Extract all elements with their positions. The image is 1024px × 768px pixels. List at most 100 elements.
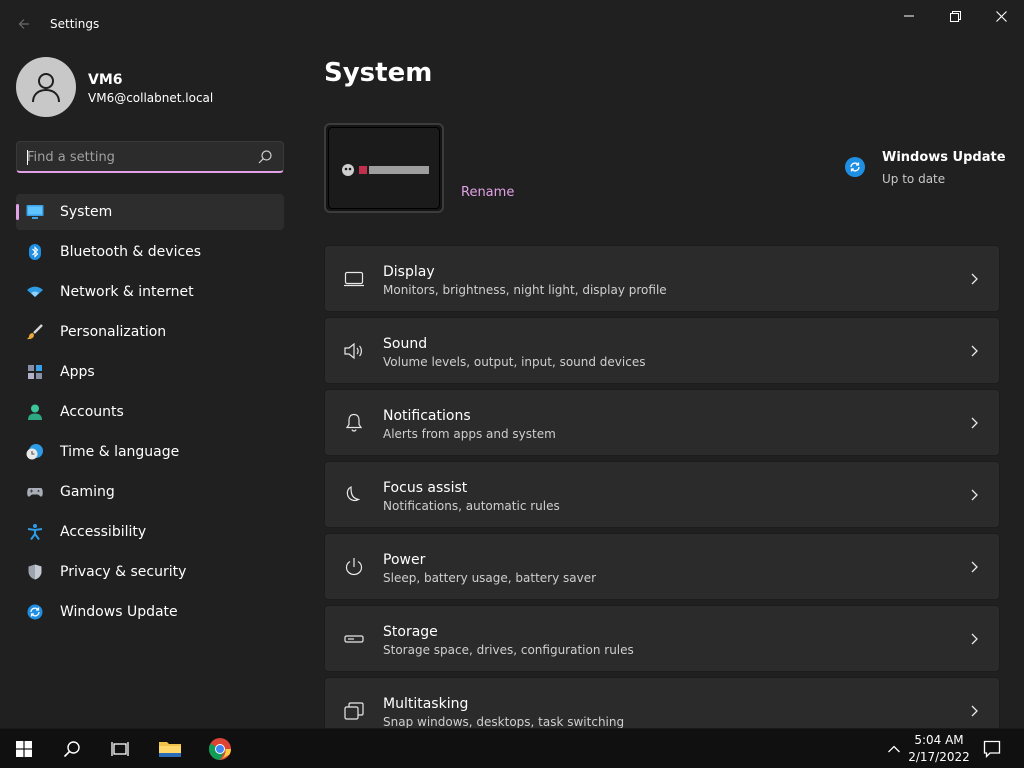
sidebar-item-label: Gaming bbox=[60, 484, 115, 500]
sidebar-item-gaming[interactable]: Gaming bbox=[16, 474, 284, 510]
taskbar-time[interactable]: 5:04 AM bbox=[906, 733, 972, 747]
chevron-right-icon bbox=[971, 561, 978, 573]
shield-icon bbox=[28, 564, 42, 580]
user-name: VM6 bbox=[88, 72, 123, 88]
sidebar-item-windows-update[interactable]: Windows Update bbox=[16, 594, 284, 630]
sidebar-item-system[interactable]: System bbox=[16, 194, 284, 230]
power-icon bbox=[345, 558, 363, 576]
settings-card-focus-assist[interactable]: Focus assist Notifications, automatic ru… bbox=[324, 461, 1000, 528]
sidebar-item-time-language[interactable]: Time & language bbox=[16, 434, 284, 470]
start-button[interactable] bbox=[0, 729, 48, 768]
sidebar-item-label: Time & language bbox=[60, 444, 180, 460]
chevron-right-icon bbox=[971, 705, 978, 717]
settings-card-power[interactable]: Power Sleep, battery usage, battery save… bbox=[324, 533, 1000, 600]
card-description: Storage space, drives, configuration rul… bbox=[383, 643, 634, 657]
sidebar-item-label: Accounts bbox=[60, 404, 124, 420]
card-description: Notifications, automatic rules bbox=[383, 499, 560, 513]
chevron-right-icon bbox=[971, 417, 978, 429]
device-thumbnail bbox=[324, 123, 444, 213]
sidebar-item-label: Bluetooth & devices bbox=[60, 244, 202, 260]
card-title: Sound bbox=[383, 336, 428, 352]
sidebar-item-label: Network & internet bbox=[60, 284, 194, 300]
card-title: Focus assist bbox=[383, 480, 468, 496]
notification-icon bbox=[983, 740, 1001, 758]
bell-icon bbox=[345, 413, 363, 432]
update-icon bbox=[850, 162, 860, 172]
task-view-button[interactable] bbox=[96, 729, 144, 768]
card-title: Display bbox=[383, 264, 435, 280]
chrome-button[interactable] bbox=[196, 729, 244, 768]
windows-update-status-icon[interactable] bbox=[845, 157, 865, 177]
apps-icon bbox=[28, 365, 42, 379]
card-description: Sleep, battery usage, battery saver bbox=[383, 571, 597, 585]
settings-list: Display Monitors, brightness, night ligh… bbox=[324, 245, 1000, 749]
desktop-preview bbox=[328, 127, 440, 209]
chrome-icon bbox=[209, 738, 231, 760]
taskbar-date[interactable]: 2/17/2022 bbox=[906, 750, 972, 764]
sidebar-item-label: Apps bbox=[60, 364, 95, 380]
settings-card-notifications[interactable]: Notifications Alerts from apps and syste… bbox=[324, 389, 1000, 456]
windows-update-status: Up to date bbox=[882, 172, 946, 186]
update-icon bbox=[27, 604, 43, 620]
search-icon bbox=[63, 741, 80, 758]
card-description: Volume levels, output, input, sound devi… bbox=[383, 355, 646, 369]
sidebar-item-bluetooth[interactable]: Bluetooth & devices bbox=[16, 234, 284, 270]
person-icon bbox=[32, 73, 60, 103]
file-explorer-button[interactable] bbox=[146, 729, 194, 768]
close-button[interactable] bbox=[978, 0, 1024, 32]
sidebar-item-apps[interactable]: Apps bbox=[16, 354, 284, 390]
settings-card-storage[interactable]: Storage Storage space, drives, configura… bbox=[324, 605, 1000, 672]
sidebar-item-label: Personalization bbox=[60, 324, 167, 340]
sidebar-item-label: Windows Update bbox=[60, 604, 178, 620]
account-icon bbox=[28, 404, 42, 420]
sidebar-item-label: System bbox=[60, 204, 113, 220]
minimize-button[interactable] bbox=[886, 0, 932, 32]
sidebar-item-accessibility[interactable]: Accessibility bbox=[16, 514, 284, 550]
taskbar-search-button[interactable] bbox=[48, 729, 96, 768]
moon-icon bbox=[346, 486, 361, 502]
windows-logo-icon bbox=[16, 741, 32, 757]
search-box[interactable] bbox=[16, 141, 284, 173]
windows-update-title[interactable]: Windows Update bbox=[882, 150, 1006, 165]
sidebar-item-label: Accessibility bbox=[60, 524, 147, 540]
brush-icon bbox=[27, 324, 43, 340]
maximize-button[interactable] bbox=[932, 0, 978, 32]
search-icon[interactable] bbox=[257, 149, 273, 165]
card-description: Snap windows, desktops, task switching bbox=[383, 715, 625, 729]
storage-icon bbox=[344, 635, 364, 643]
chevron-up-icon bbox=[888, 745, 900, 753]
card-title: Storage bbox=[383, 624, 438, 640]
accessibility-icon bbox=[27, 524, 43, 540]
avatar[interactable] bbox=[16, 57, 76, 117]
sidebar-item-label: Privacy & security bbox=[60, 564, 187, 580]
page-title: System bbox=[324, 58, 433, 88]
sidebar-item-personalization[interactable]: Personalization bbox=[16, 314, 284, 350]
search-input[interactable] bbox=[27, 147, 247, 167]
card-description: Monitors, brightness, night light, displ… bbox=[383, 283, 667, 297]
chevron-right-icon bbox=[971, 345, 978, 357]
title-bar: Settings bbox=[0, 0, 1024, 48]
taskbar: 5:04 AM 2/17/2022 bbox=[0, 728, 1024, 768]
sidebar-item-accounts[interactable]: Accounts bbox=[16, 394, 284, 430]
back-arrow-icon bbox=[18, 19, 29, 29]
clock-globe-icon bbox=[26, 444, 43, 460]
chevron-right-icon bbox=[971, 633, 978, 645]
notification-center-button[interactable] bbox=[970, 729, 1014, 768]
card-title: Power bbox=[383, 552, 426, 568]
restore-icon bbox=[949, 10, 961, 22]
speaker-icon bbox=[344, 342, 362, 360]
sidebar-item-network[interactable]: Network & internet bbox=[16, 274, 284, 310]
text-caret bbox=[27, 150, 28, 165]
rename-link[interactable]: Rename bbox=[461, 185, 514, 200]
bluetooth-icon bbox=[29, 244, 41, 260]
sidebar-item-privacy[interactable]: Privacy & security bbox=[16, 554, 284, 590]
card-description: Alerts from apps and system bbox=[383, 427, 556, 441]
close-icon bbox=[995, 10, 1007, 22]
card-title: Multitasking bbox=[383, 696, 469, 712]
settings-card-display[interactable]: Display Monitors, brightness, night ligh… bbox=[324, 245, 1000, 312]
folder-icon bbox=[159, 742, 181, 757]
back-button[interactable] bbox=[10, 10, 38, 38]
settings-card-sound[interactable]: Sound Volume levels, output, input, soun… bbox=[324, 317, 1000, 384]
multitasking-icon bbox=[344, 702, 364, 720]
wallpaper-logo-icon bbox=[342, 164, 429, 176]
